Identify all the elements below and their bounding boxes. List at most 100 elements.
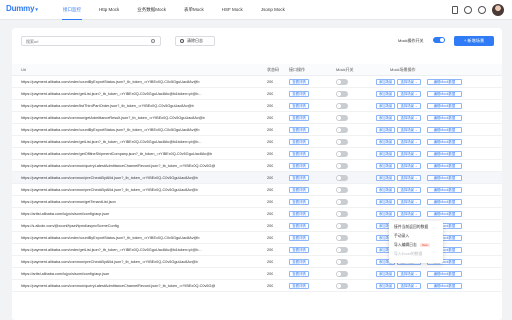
search-input[interactable] (21, 36, 161, 46)
row-mock-toggle[interactable] (336, 187, 348, 193)
add-scene-row-button[interactable]: 添加场景 (376, 211, 395, 217)
row-mock-toggle[interactable] (336, 79, 348, 85)
view-detail-button[interactable]: 查看详情 (289, 271, 309, 277)
add-scene-row-button[interactable]: 添加场景 (376, 163, 395, 169)
view-detail-button[interactable]: 查看详情 (289, 115, 309, 121)
header-url: Url (21, 67, 27, 72)
row-mock-toggle[interactable] (336, 103, 348, 109)
add-scene-row-button[interactable]: 添加场景 (376, 103, 395, 109)
nav-item-form-mock[interactable]: 表单Mock (175, 0, 213, 20)
chevron-down-icon: ⌄ (415, 140, 418, 144)
select-scene-button[interactable]: 选择场景 ⌄ (397, 151, 421, 157)
select-scene-button[interactable]: 选择场景 ⌄ (397, 211, 421, 217)
edit-mock-button[interactable]: 编辑Mock数据 (427, 283, 462, 289)
select-scene-button[interactable]: 选择场景 ⌄ (397, 79, 421, 85)
add-scene-button[interactable]: + 新增场景 (454, 36, 494, 46)
select-scene-button[interactable]: 选择场景 ⌄ (397, 187, 421, 193)
edit-mock-button[interactable]: 编辑Mock数据 (427, 271, 462, 277)
clear-log-button[interactable]: 清除日志 (175, 36, 215, 46)
view-detail-button[interactable]: 查看详情 (289, 139, 309, 145)
add-scene-row-button[interactable]: 添加场景 (376, 115, 395, 121)
nav-item-jsonp-mock[interactable]: Jsonp Mock (252, 0, 294, 20)
add-scene-row-button[interactable]: 添加场景 (376, 151, 395, 157)
view-detail-button[interactable]: 查看详情 (289, 163, 309, 169)
select-scene-button[interactable]: 选择场景 ⌄ (397, 103, 421, 109)
edit-mock-button[interactable]: 编辑Mock数据 (427, 79, 462, 85)
row-mock-toggle[interactable] (336, 163, 348, 169)
edit-mock-button[interactable]: 编辑Mock数据 (427, 127, 462, 133)
add-scene-row-button[interactable]: 添加场景 (376, 139, 395, 145)
view-detail-button[interactable]: 查看详情 (289, 175, 309, 181)
edit-mock-button[interactable]: 编辑Mock数据 (427, 211, 462, 217)
add-scene-row-button[interactable]: 添加场景 (376, 199, 395, 205)
row-mock-toggle[interactable] (336, 175, 348, 181)
add-scene-row-button[interactable]: 添加场景 (376, 271, 395, 277)
view-detail-button[interactable]: 查看详情 (289, 283, 309, 289)
nav-item-hsf-mock[interactable]: HSF Mock (213, 0, 252, 20)
view-detail-button[interactable]: 查看详情 (289, 247, 309, 253)
select-scene-button[interactable]: 选择场景 ⌄ (397, 283, 421, 289)
add-scene-row-button[interactable]: 添加场景 (376, 187, 395, 193)
view-detail-button[interactable]: 查看详情 (289, 103, 309, 109)
document-icon[interactable] (452, 6, 458, 14)
dropdown-item-import-log[interactable]: 导入编辑日志 New (394, 243, 430, 248)
mock-master-toggle[interactable] (433, 37, 445, 43)
row-mock-toggle[interactable] (336, 91, 348, 97)
row-mock-toggle[interactable] (336, 115, 348, 121)
view-detail-button[interactable]: 查看详情 (289, 199, 309, 205)
add-scene-row-button[interactable]: 添加场景 (376, 91, 395, 97)
row-mock-toggle[interactable] (336, 223, 348, 229)
edit-mock-button[interactable]: 编辑Mock数据 (427, 199, 462, 205)
edit-mock-button[interactable]: 编辑Mock数据 (427, 139, 462, 145)
view-detail-button[interactable]: 查看详情 (289, 127, 309, 133)
select-scene-button[interactable]: 选择场景 ⌄ (397, 139, 421, 145)
row-mock-toggle[interactable] (336, 199, 348, 205)
row-mock-toggle[interactable] (336, 211, 348, 217)
edit-mock-button[interactable]: 编辑Mock数据 (427, 163, 462, 169)
select-scene-button[interactable]: 选择场景 ⌄ (397, 91, 421, 97)
edit-mock-button[interactable]: 编辑Mock数据 (427, 103, 462, 109)
view-detail-button[interactable]: 查看详情 (289, 223, 309, 229)
nav-item-api-monitor[interactable]: 接口监控 (54, 0, 90, 20)
row-mock-toggle[interactable] (336, 127, 348, 133)
view-detail-button[interactable]: 查看详情 (289, 79, 309, 85)
select-scene-button[interactable]: 选择场景 ⌄ (397, 115, 421, 121)
add-scene-row-button[interactable]: 添加场景 (376, 283, 395, 289)
view-detail-button[interactable]: 查看详情 (289, 187, 309, 193)
add-scene-row-button[interactable]: 添加场景 (376, 79, 395, 85)
settings-icon[interactable] (478, 6, 486, 14)
row-mock-toggle[interactable] (336, 271, 348, 277)
edit-mock-button[interactable]: 编辑Mock数据 (427, 91, 462, 97)
view-detail-button[interactable]: 查看详情 (289, 235, 309, 241)
select-scene-button[interactable]: 选择场景 ⌄ (397, 127, 421, 133)
help-icon[interactable] (464, 6, 472, 14)
edit-mock-button[interactable]: 编辑Mock数据 (427, 151, 462, 157)
edit-mock-button[interactable]: 编辑Mock数据 (427, 187, 462, 193)
select-scene-button[interactable]: 选择场景 ⌄ (397, 175, 421, 181)
row-mock-toggle[interactable] (336, 151, 348, 157)
nav-item-business-mock[interactable]: 业务数据Mock (128, 0, 175, 20)
add-scene-row-button[interactable]: 添加场景 (376, 127, 395, 133)
add-scene-row-button[interactable]: 添加场景 (376, 175, 395, 181)
row-mock-toggle[interactable] (336, 283, 348, 289)
view-detail-button[interactable]: 查看详情 (289, 91, 309, 97)
avatar[interactable] (492, 4, 504, 16)
dropdown-item-current-data[interactable]: 接件当前返回的数据 (394, 225, 428, 230)
row-url: https://payment.alibaba.com/order/countB… (21, 128, 200, 132)
row-mock-toggle[interactable] (336, 235, 348, 241)
view-detail-button[interactable]: 查看详情 (289, 259, 309, 265)
row-mock-toggle[interactable] (336, 247, 348, 253)
row-mock-toggle[interactable] (336, 259, 348, 265)
nav-item-http-mock[interactable]: Http Mock (90, 0, 128, 20)
select-scene-button[interactable]: 选择场景 ⌄ (397, 271, 421, 277)
select-scene-button[interactable]: 选择场景 ⌄ (397, 199, 421, 205)
edit-mock-button[interactable]: 编辑Mock数据 (427, 175, 462, 181)
edit-mock-button[interactable]: 编辑Mock数据 (427, 115, 462, 121)
view-detail-button[interactable]: 查看详情 (289, 151, 309, 157)
dropdown-item-manual-input[interactable]: 手动录入 (394, 234, 409, 239)
search-icon[interactable] (151, 39, 155, 43)
row-mock-toggle[interactable] (336, 139, 348, 145)
select-scene-button[interactable]: 选择场景 ⌄ (397, 163, 421, 169)
view-detail-button[interactable]: 查看详情 (289, 211, 309, 217)
app-logo[interactable]: Dummy▾ (6, 4, 38, 13)
